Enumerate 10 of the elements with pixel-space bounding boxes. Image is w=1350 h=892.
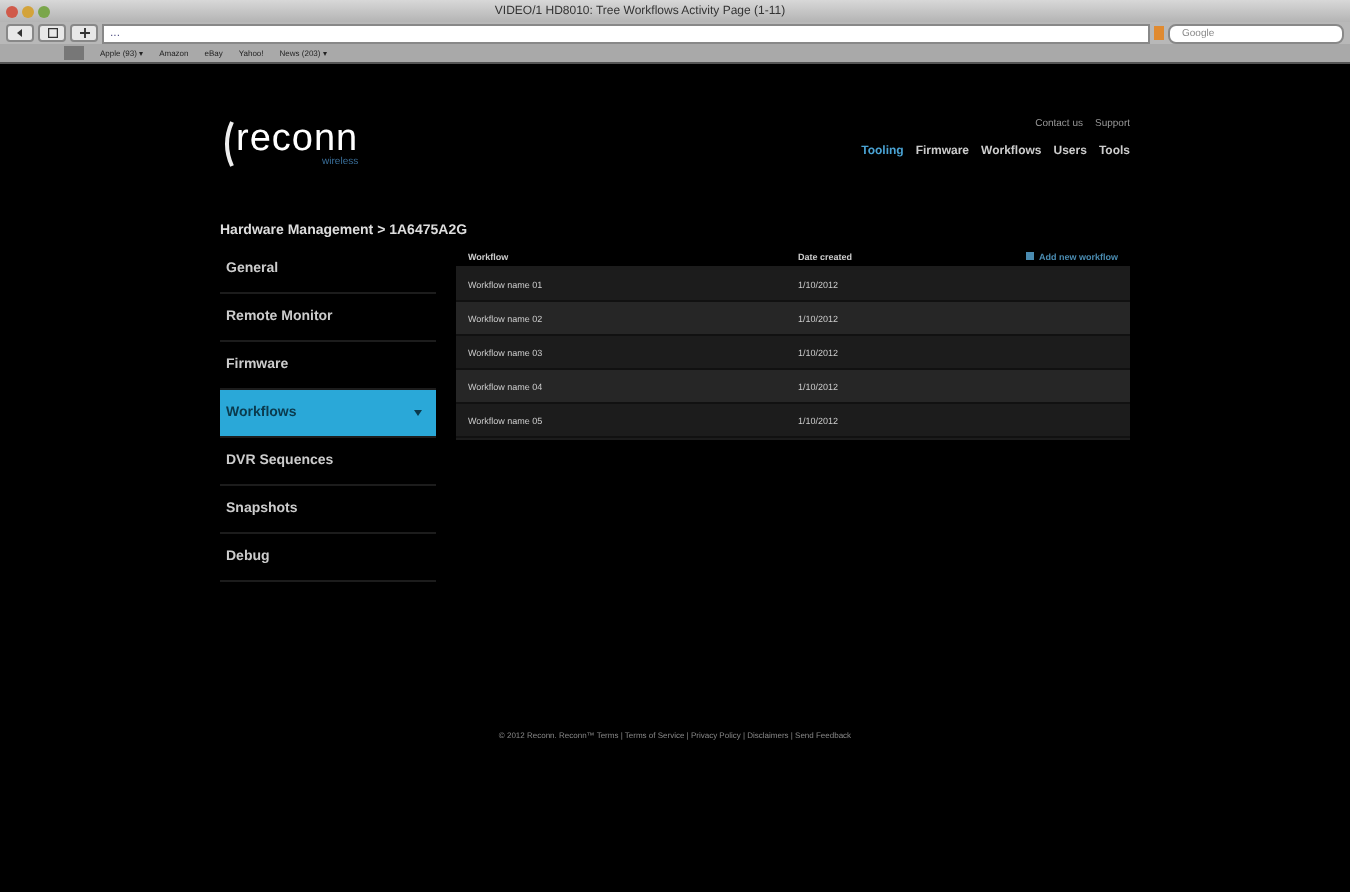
back-button[interactable] xyxy=(6,24,34,42)
plus-icon xyxy=(79,28,89,38)
add-icon xyxy=(1026,252,1035,260)
reader-button[interactable] xyxy=(38,24,66,42)
rss-icon xyxy=(1154,26,1164,40)
back-icon xyxy=(15,28,25,38)
caret-icon xyxy=(414,410,422,416)
add-button[interactable] xyxy=(70,24,98,42)
window-icon xyxy=(47,28,57,38)
close-button[interactable] xyxy=(6,5,18,17)
